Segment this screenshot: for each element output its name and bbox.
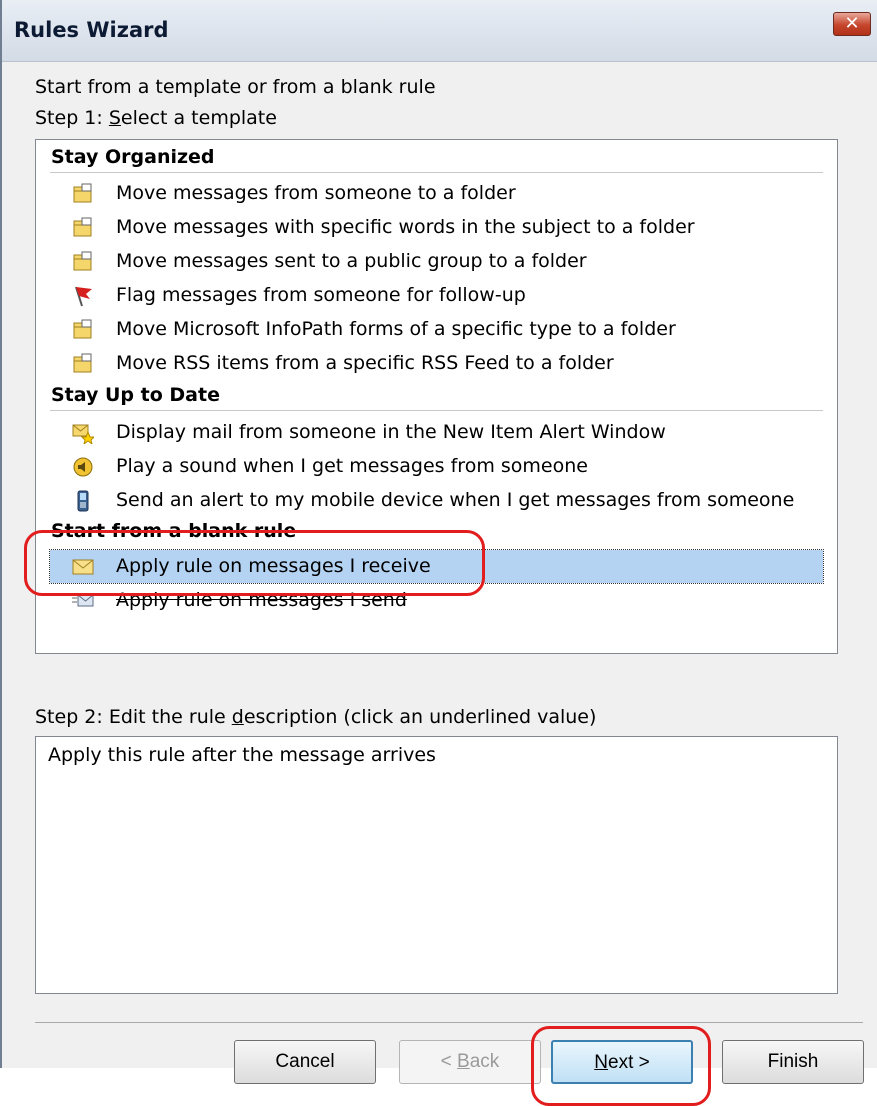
list-item[interactable]: Display mail from someone in the New Ite… [50,416,823,449]
speaker-icon [73,457,93,477]
list-item[interactable]: Move messages from someone to a folder [50,177,823,210]
folder-move-icon [73,217,92,237]
back-button[interactable]: < Back [399,1040,541,1084]
list-item[interactable]: Flag messages from someone for follow-up [50,279,823,312]
list-item[interactable]: Move Microsoft InfoPath forms of a speci… [50,313,823,346]
rule-description-text: Apply this rule after the message arrive… [48,744,436,766]
list-item-label: Move messages from someone to a folder [116,182,516,204]
list-item[interactable]: Move messages with specific words in the… [50,211,823,244]
list-item-label: Display mail from someone in the New Ite… [116,421,666,443]
flag-icon [75,286,92,307]
list-item-label: Move messages with specific words in the… [116,216,695,238]
title-bar[interactable]: Rules Wizard ✕ [2,0,877,62]
close-icon[interactable]: ✕ [833,12,871,36]
dialog-title: Rules Wizard [14,18,169,42]
folder-move-icon [73,319,92,339]
intro-text: Start from a template or from a blank ru… [35,76,436,98]
folder-move-icon [73,183,92,203]
rule-description-box[interactable]: Apply this rule after the message arrive… [35,736,838,994]
alert-window-icon [72,424,94,444]
list-item-selected[interactable]: Apply rule on messages I receive [49,549,824,584]
group-header-start-from-blank-rule: Start from a blank rule [51,520,297,542]
next-button[interactable]: Next > [551,1040,693,1084]
list-item-label: Apply rule on messages I send [116,589,407,611]
rules-wizard-dialog: Rules Wizard ✕ Start from a template or … [0,0,877,1106]
cancel-button[interactable]: Cancel [234,1040,376,1084]
envelope-icon [72,559,94,575]
list-item-label: Send an alert to my mobile device when I… [116,489,795,511]
list-item-label: Move Microsoft InfoPath forms of a speci… [116,318,676,340]
list-item-label: Flag messages from someone for follow-up [116,284,526,306]
button-separator [35,1022,863,1023]
finish-button[interactable]: Finish [722,1040,864,1084]
mobile-device-icon [77,490,89,512]
folder-move-icon [73,251,92,271]
step1-label: Step 1: Select a template [35,107,277,129]
group-divider [50,410,823,411]
group-divider [50,172,823,173]
step2-label: Step 2: Edit the rule description (click… [35,706,597,728]
list-item-label: Play a sound when I get messages from so… [116,455,588,477]
group-header-stay-up-to-date: Stay Up to Date [51,384,220,406]
template-list[interactable]: Stay Organized Move messages from someon… [35,139,838,654]
list-item-label: Move messages sent to a public group to … [116,250,587,272]
list-item[interactable]: Move messages sent to a public group to … [50,245,823,278]
folder-move-icon [73,353,92,373]
group-header-stay-organized: Stay Organized [51,146,215,168]
list-item-label: Move RSS items from a specific RSS Feed … [116,352,614,374]
list-item[interactable]: Move RSS items from a specific RSS Feed … [50,347,823,380]
list-item[interactable]: Send an alert to my mobile device when I… [50,484,823,517]
outbox-envelope-icon [72,594,94,607]
list-item[interactable]: Apply rule on messages I send [50,584,823,617]
list-item[interactable]: Play a sound when I get messages from so… [50,450,823,483]
list-item-label: Apply rule on messages I receive [116,555,431,577]
